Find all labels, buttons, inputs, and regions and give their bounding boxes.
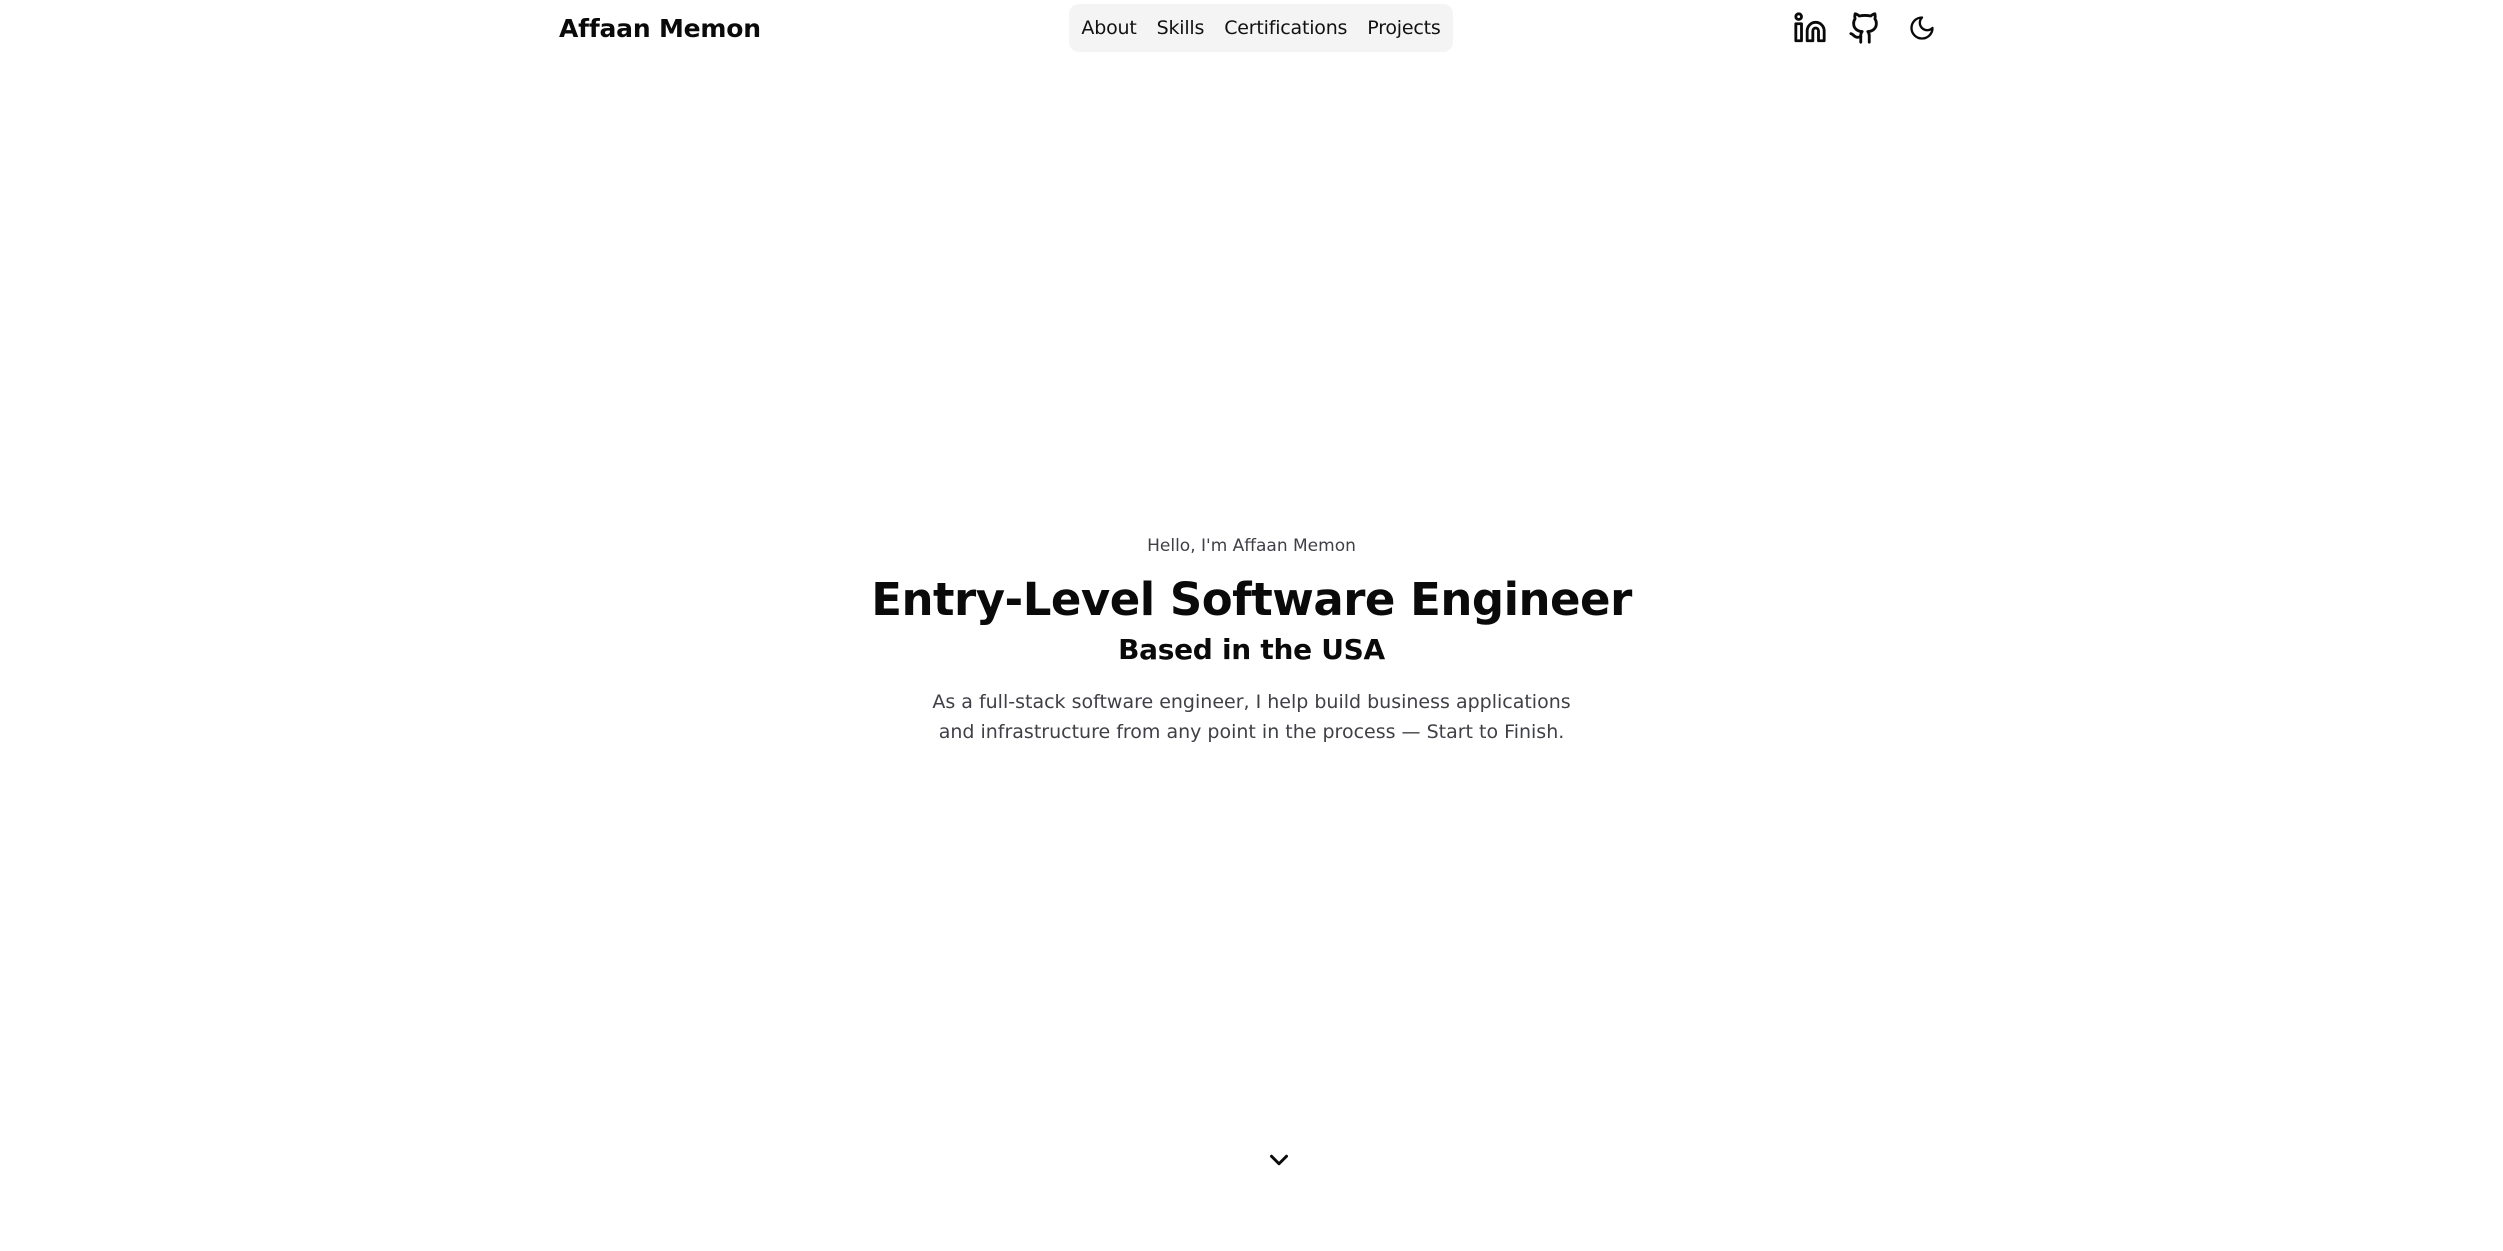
hero-description: As a full-stack software engineer, I hel… bbox=[932, 691, 1571, 743]
nav-item-skills[interactable]: Skills bbox=[1148, 4, 1214, 52]
nav-item-about[interactable]: About bbox=[1072, 4, 1145, 52]
site-title-link[interactable]: Affaan Memon bbox=[559, 11, 761, 47]
page: Affaan Memon About Skills Certifications… bbox=[0, 0, 2503, 1251]
hero-title: Entry-Level Software Engineer bbox=[871, 573, 1632, 626]
nav-item-projects[interactable]: Projects bbox=[1358, 4, 1449, 52]
moon-icon[interactable] bbox=[1902, 8, 1942, 48]
hero-greeting: Hello, I'm Affaan Memon bbox=[1147, 536, 1356, 556]
hero-section: Hello, I'm Affaan Memon Entry-Level Soft… bbox=[0, 528, 2503, 747]
nav-item-certifications[interactable]: Certifications bbox=[1215, 4, 1356, 52]
linkedin-icon[interactable] bbox=[1790, 8, 1830, 48]
chevron-down-icon[interactable] bbox=[1259, 1140, 1299, 1180]
hero-subtitle: Based in the USA bbox=[1118, 633, 1385, 666]
main-nav: About Skills Certifications Projects bbox=[1069, 4, 1453, 52]
github-icon[interactable] bbox=[1845, 8, 1885, 48]
